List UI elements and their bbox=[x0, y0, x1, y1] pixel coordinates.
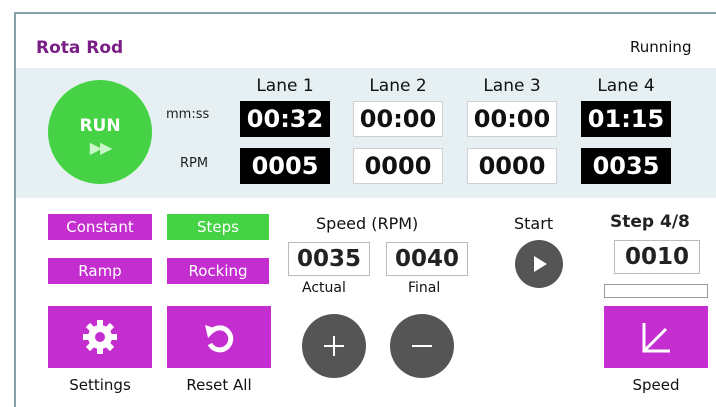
run-label: RUN bbox=[79, 115, 121, 136]
status-text: Running bbox=[630, 38, 692, 56]
reset-all-label: Reset All bbox=[186, 376, 252, 394]
gear-icon bbox=[83, 320, 117, 354]
final-speed-value[interactable]: 0040 bbox=[386, 242, 468, 276]
lane-3-time: 00:00 bbox=[467, 101, 557, 137]
lane-2-time: 00:00 bbox=[353, 101, 443, 137]
speed-profile-label: Speed bbox=[632, 376, 680, 394]
constant-mode-button[interactable]: Constant bbox=[48, 214, 152, 240]
increase-button[interactable] bbox=[302, 314, 366, 378]
settings-label: Settings bbox=[69, 376, 131, 394]
lane-4-header: Lane 4 bbox=[597, 76, 655, 96]
lane-4-rpm: 0035 bbox=[581, 148, 671, 184]
lane-2-header: Lane 2 bbox=[369, 76, 427, 96]
time-row-label: mm:ss bbox=[166, 107, 210, 122]
rocking-mode-button[interactable]: Rocking bbox=[167, 258, 269, 284]
speed-profile-button[interactable] bbox=[604, 306, 708, 368]
lane-4-time: 01:15 bbox=[581, 101, 671, 137]
ramp-mode-button[interactable]: Ramp bbox=[48, 258, 152, 284]
reset-all-button[interactable] bbox=[167, 306, 271, 368]
rpm-row-label: RPM bbox=[180, 156, 209, 171]
step-progress-bar bbox=[604, 284, 708, 298]
lane-3-rpm: 0000 bbox=[467, 148, 557, 184]
plus-icon bbox=[324, 336, 344, 356]
step-label: Step 4/8 bbox=[610, 212, 690, 232]
lane-2-rpm: 0000 bbox=[353, 148, 443, 184]
lane-3-header: Lane 3 bbox=[483, 76, 541, 96]
step-value[interactable]: 0010 bbox=[614, 240, 700, 274]
steps-mode-button[interactable]: Steps bbox=[167, 214, 269, 240]
settings-button[interactable] bbox=[48, 306, 152, 368]
speed-title: Speed (RPM) bbox=[316, 214, 419, 233]
reset-icon bbox=[205, 325, 234, 353]
start-button[interactable] bbox=[515, 240, 563, 288]
start-label: Start bbox=[514, 214, 554, 233]
lane-1-time: 00:32 bbox=[240, 101, 330, 137]
run-arrows-icon: ▶▶ bbox=[89, 137, 113, 157]
run-button[interactable]: RUN ▶▶ bbox=[48, 80, 152, 184]
minus-icon bbox=[412, 345, 432, 347]
lane-1-rpm: 0005 bbox=[240, 148, 330, 184]
actual-speed-value: 0035 bbox=[288, 242, 370, 276]
decrease-button[interactable] bbox=[390, 314, 454, 378]
play-icon bbox=[534, 256, 547, 272]
actual-label: Actual bbox=[302, 280, 346, 296]
final-label: Final bbox=[408, 280, 441, 296]
lane-1-header: Lane 1 bbox=[256, 76, 314, 96]
speed-profile-icon bbox=[642, 323, 670, 353]
app-title: Rota Rod bbox=[36, 38, 124, 58]
